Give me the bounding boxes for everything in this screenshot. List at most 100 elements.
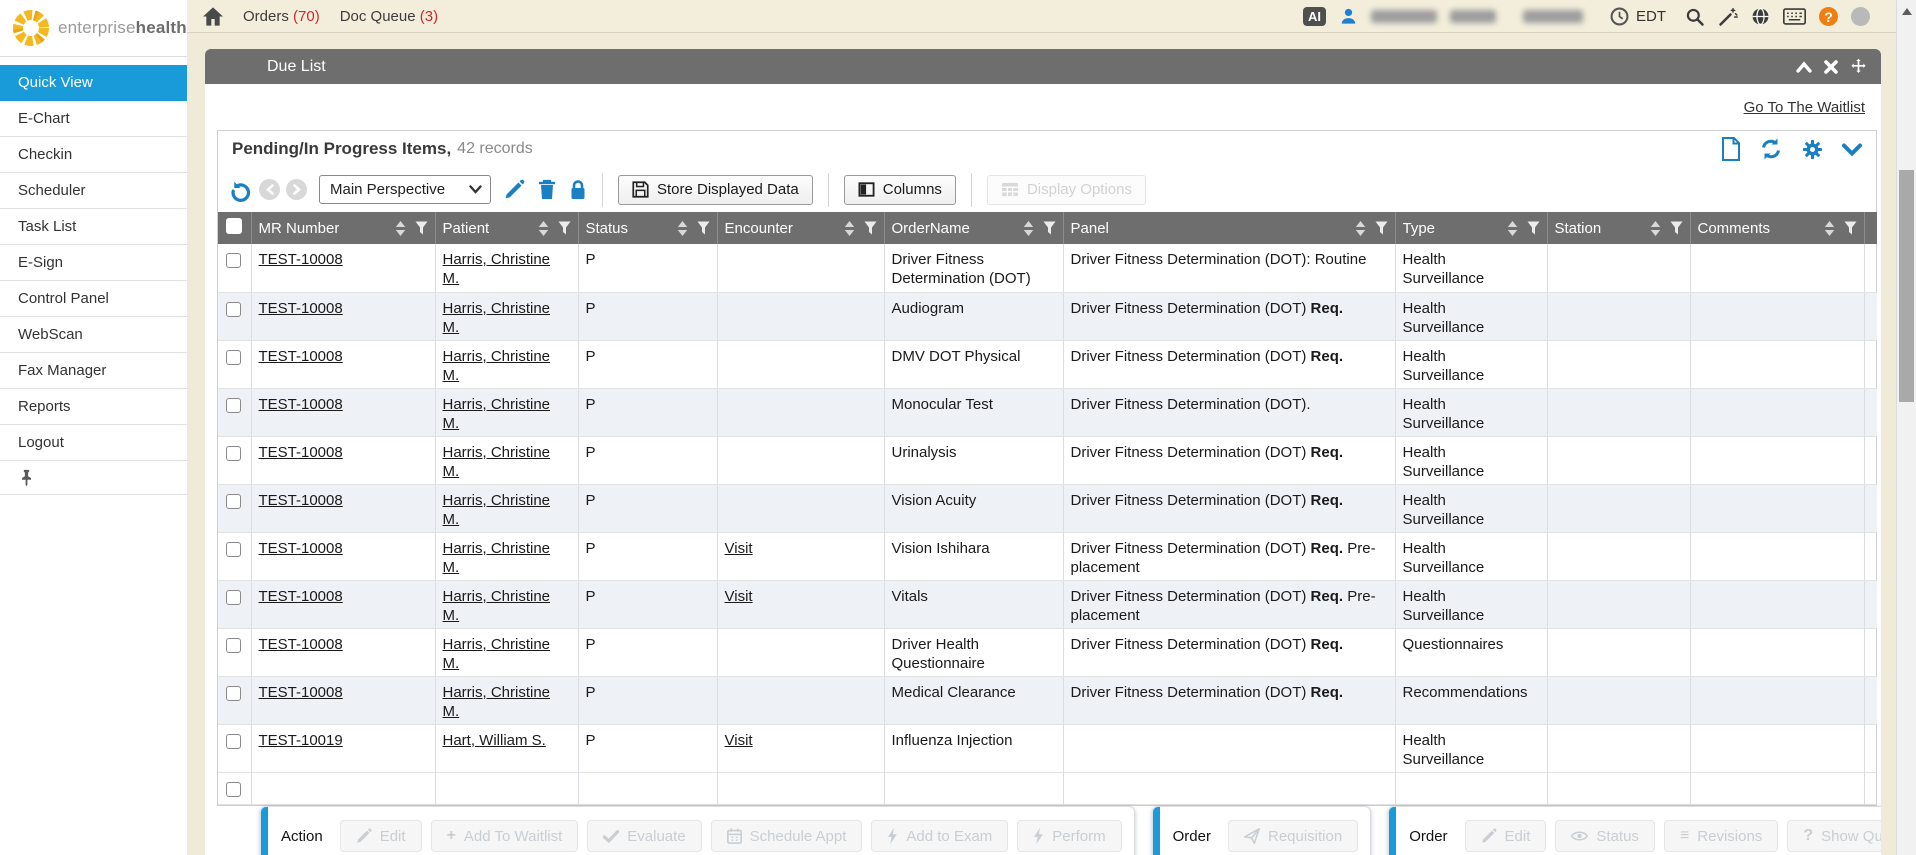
mr-number-link[interactable]: TEST-10008 xyxy=(259,251,343,268)
magic-wand-icon[interactable] xyxy=(1718,7,1738,27)
go-to-waitlist-link[interactable]: Go To The Waitlist xyxy=(1744,99,1865,116)
row-checkbox[interactable] xyxy=(226,542,241,557)
patient-link[interactable]: Harris, Christine M. xyxy=(443,396,551,432)
mr-number-link[interactable]: TEST-10008 xyxy=(259,348,343,365)
sidebar-item-webscan[interactable]: WebScan xyxy=(0,317,187,353)
encounter-link[interactable]: Visit xyxy=(725,732,753,749)
sidebar-item-quick-view[interactable]: Quick View xyxy=(0,65,187,101)
timezone-label[interactable]: EDT xyxy=(1636,8,1666,25)
sidebar-item-e-chart[interactable]: E-Chart xyxy=(0,101,187,137)
sort-icon[interactable] xyxy=(395,221,406,236)
sidebar-item-control-panel[interactable]: Control Panel xyxy=(0,281,187,317)
sort-icon[interactable] xyxy=(1507,221,1518,236)
patient-link[interactable]: Harris, Christine M. xyxy=(443,588,551,624)
gear-icon[interactable] xyxy=(1801,138,1824,161)
mr-number-link[interactable]: TEST-10008 xyxy=(259,396,343,413)
sort-icon[interactable] xyxy=(1650,221,1661,236)
sidebar-item-logout[interactable]: Logout xyxy=(0,425,187,461)
patient-link[interactable]: Hart, William S. xyxy=(443,732,546,749)
row-checkbox[interactable] xyxy=(226,590,241,605)
patient-link[interactable]: Harris, Christine M. xyxy=(443,348,551,384)
patient-link[interactable]: Harris, Christine M. xyxy=(443,492,551,528)
user-icon[interactable] xyxy=(1339,7,1358,26)
patient-link[interactable]: Harris, Christine M. xyxy=(443,684,551,720)
row-checkbox[interactable] xyxy=(226,686,241,701)
undo-icon[interactable] xyxy=(228,177,253,202)
sidebar-item-scheduler[interactable]: Scheduler xyxy=(0,173,187,209)
store-displayed-data-button[interactable]: Store Displayed Data xyxy=(618,175,813,205)
sidebar-item-e-sign[interactable]: E-Sign xyxy=(0,245,187,281)
patient-link[interactable]: Harris, Christine M. xyxy=(443,300,551,336)
edit-button[interactable]: Edit xyxy=(340,820,422,852)
requisition-button[interactable]: Requisition xyxy=(1228,820,1358,852)
sort-icon[interactable] xyxy=(538,221,549,236)
row-checkbox[interactable] xyxy=(226,398,241,413)
delete-perspective-icon[interactable] xyxy=(538,179,556,200)
encounter-link[interactable]: Visit xyxy=(725,540,753,557)
perform-button[interactable]: Perform xyxy=(1017,820,1121,852)
edit-button[interactable]: Edit xyxy=(1465,820,1547,852)
sort-icon[interactable] xyxy=(677,221,688,236)
display-options-button[interactable]: Display Options xyxy=(987,175,1146,205)
mr-number-link[interactable]: TEST-10008 xyxy=(259,684,343,701)
sort-icon[interactable] xyxy=(1355,221,1366,236)
globe-icon[interactable] xyxy=(1751,7,1770,26)
nav-orders[interactable]: Orders (70) xyxy=(243,8,320,25)
sort-icon[interactable] xyxy=(1023,221,1034,236)
revisions-button[interactable]: ≡Revisions xyxy=(1664,820,1778,852)
sort-icon[interactable] xyxy=(844,221,855,236)
page-scrollbar[interactable] xyxy=(1896,0,1916,855)
scrollbar-up-arrow[interactable] xyxy=(1902,8,1912,15)
filter-icon[interactable] xyxy=(1375,221,1388,235)
perspective-select[interactable]: Main Perspective xyxy=(319,175,491,204)
status-button[interactable]: Status xyxy=(1555,820,1655,852)
mr-number-link[interactable]: TEST-10008 xyxy=(259,444,343,461)
mr-number-link[interactable]: TEST-10008 xyxy=(259,588,343,605)
filter-icon[interactable] xyxy=(1527,221,1540,235)
collapse-list-icon[interactable] xyxy=(1842,143,1862,156)
row-checkbox[interactable] xyxy=(226,253,241,268)
refresh-icon[interactable] xyxy=(1759,137,1783,161)
encounter-link[interactable]: Visit xyxy=(725,588,753,605)
select-all-checkbox[interactable] xyxy=(226,218,242,234)
scrollbar-thumb[interactable] xyxy=(1899,170,1914,402)
row-checkbox[interactable] xyxy=(226,638,241,653)
nav-doc-queue[interactable]: Doc Queue (3) xyxy=(340,8,438,25)
move-panel-icon[interactable] xyxy=(1850,58,1867,75)
pin-icon[interactable] xyxy=(20,469,33,487)
row-checkbox[interactable] xyxy=(226,734,241,749)
filter-icon[interactable] xyxy=(1844,221,1857,235)
sidebar-item-checkin[interactable]: Checkin xyxy=(0,137,187,173)
avatar[interactable] xyxy=(1851,7,1870,26)
previous-perspective-icon[interactable] xyxy=(259,179,280,200)
schedule-appt-button[interactable]: Schedule Appt xyxy=(711,820,863,852)
filter-icon[interactable] xyxy=(558,221,571,235)
ai-badge[interactable]: AI xyxy=(1303,7,1326,26)
row-checkbox[interactable] xyxy=(226,302,241,317)
patient-link[interactable]: Harris, Christine M. xyxy=(443,251,551,287)
filter-icon[interactable] xyxy=(697,221,710,235)
edit-perspective-icon[interactable] xyxy=(504,179,525,200)
filter-icon[interactable] xyxy=(1670,221,1683,235)
mr-number-link[interactable]: TEST-10008 xyxy=(259,492,343,509)
mr-number-link[interactable]: TEST-10008 xyxy=(259,636,343,653)
lock-perspective-icon[interactable] xyxy=(569,179,587,200)
home-icon[interactable] xyxy=(203,7,223,26)
keyboard-icon[interactable] xyxy=(1783,8,1806,25)
next-perspective-icon[interactable] xyxy=(286,179,307,200)
sidebar-item-fax-manager[interactable]: Fax Manager xyxy=(0,353,187,389)
row-checkbox[interactable] xyxy=(226,494,241,509)
patient-link[interactable]: Harris, Christine M. xyxy=(443,636,551,672)
help-icon[interactable]: ? xyxy=(1819,7,1838,26)
evaluate-button[interactable]: Evaluate xyxy=(587,820,701,852)
filter-icon[interactable] xyxy=(415,221,428,235)
search-icon[interactable] xyxy=(1685,7,1705,27)
mr-number-link[interactable]: TEST-10008 xyxy=(259,300,343,317)
sidebar-item-task-list[interactable]: Task List xyxy=(0,209,187,245)
mr-number-link[interactable]: TEST-10008 xyxy=(259,540,343,557)
mr-number-link[interactable]: TEST-10019 xyxy=(259,732,343,749)
new-page-icon[interactable] xyxy=(1721,137,1741,161)
show-questions-button[interactable]: ?Show Questions xyxy=(1787,820,1881,852)
row-checkbox[interactable] xyxy=(226,782,241,797)
patient-link[interactable]: Harris, Christine M. xyxy=(443,444,551,480)
